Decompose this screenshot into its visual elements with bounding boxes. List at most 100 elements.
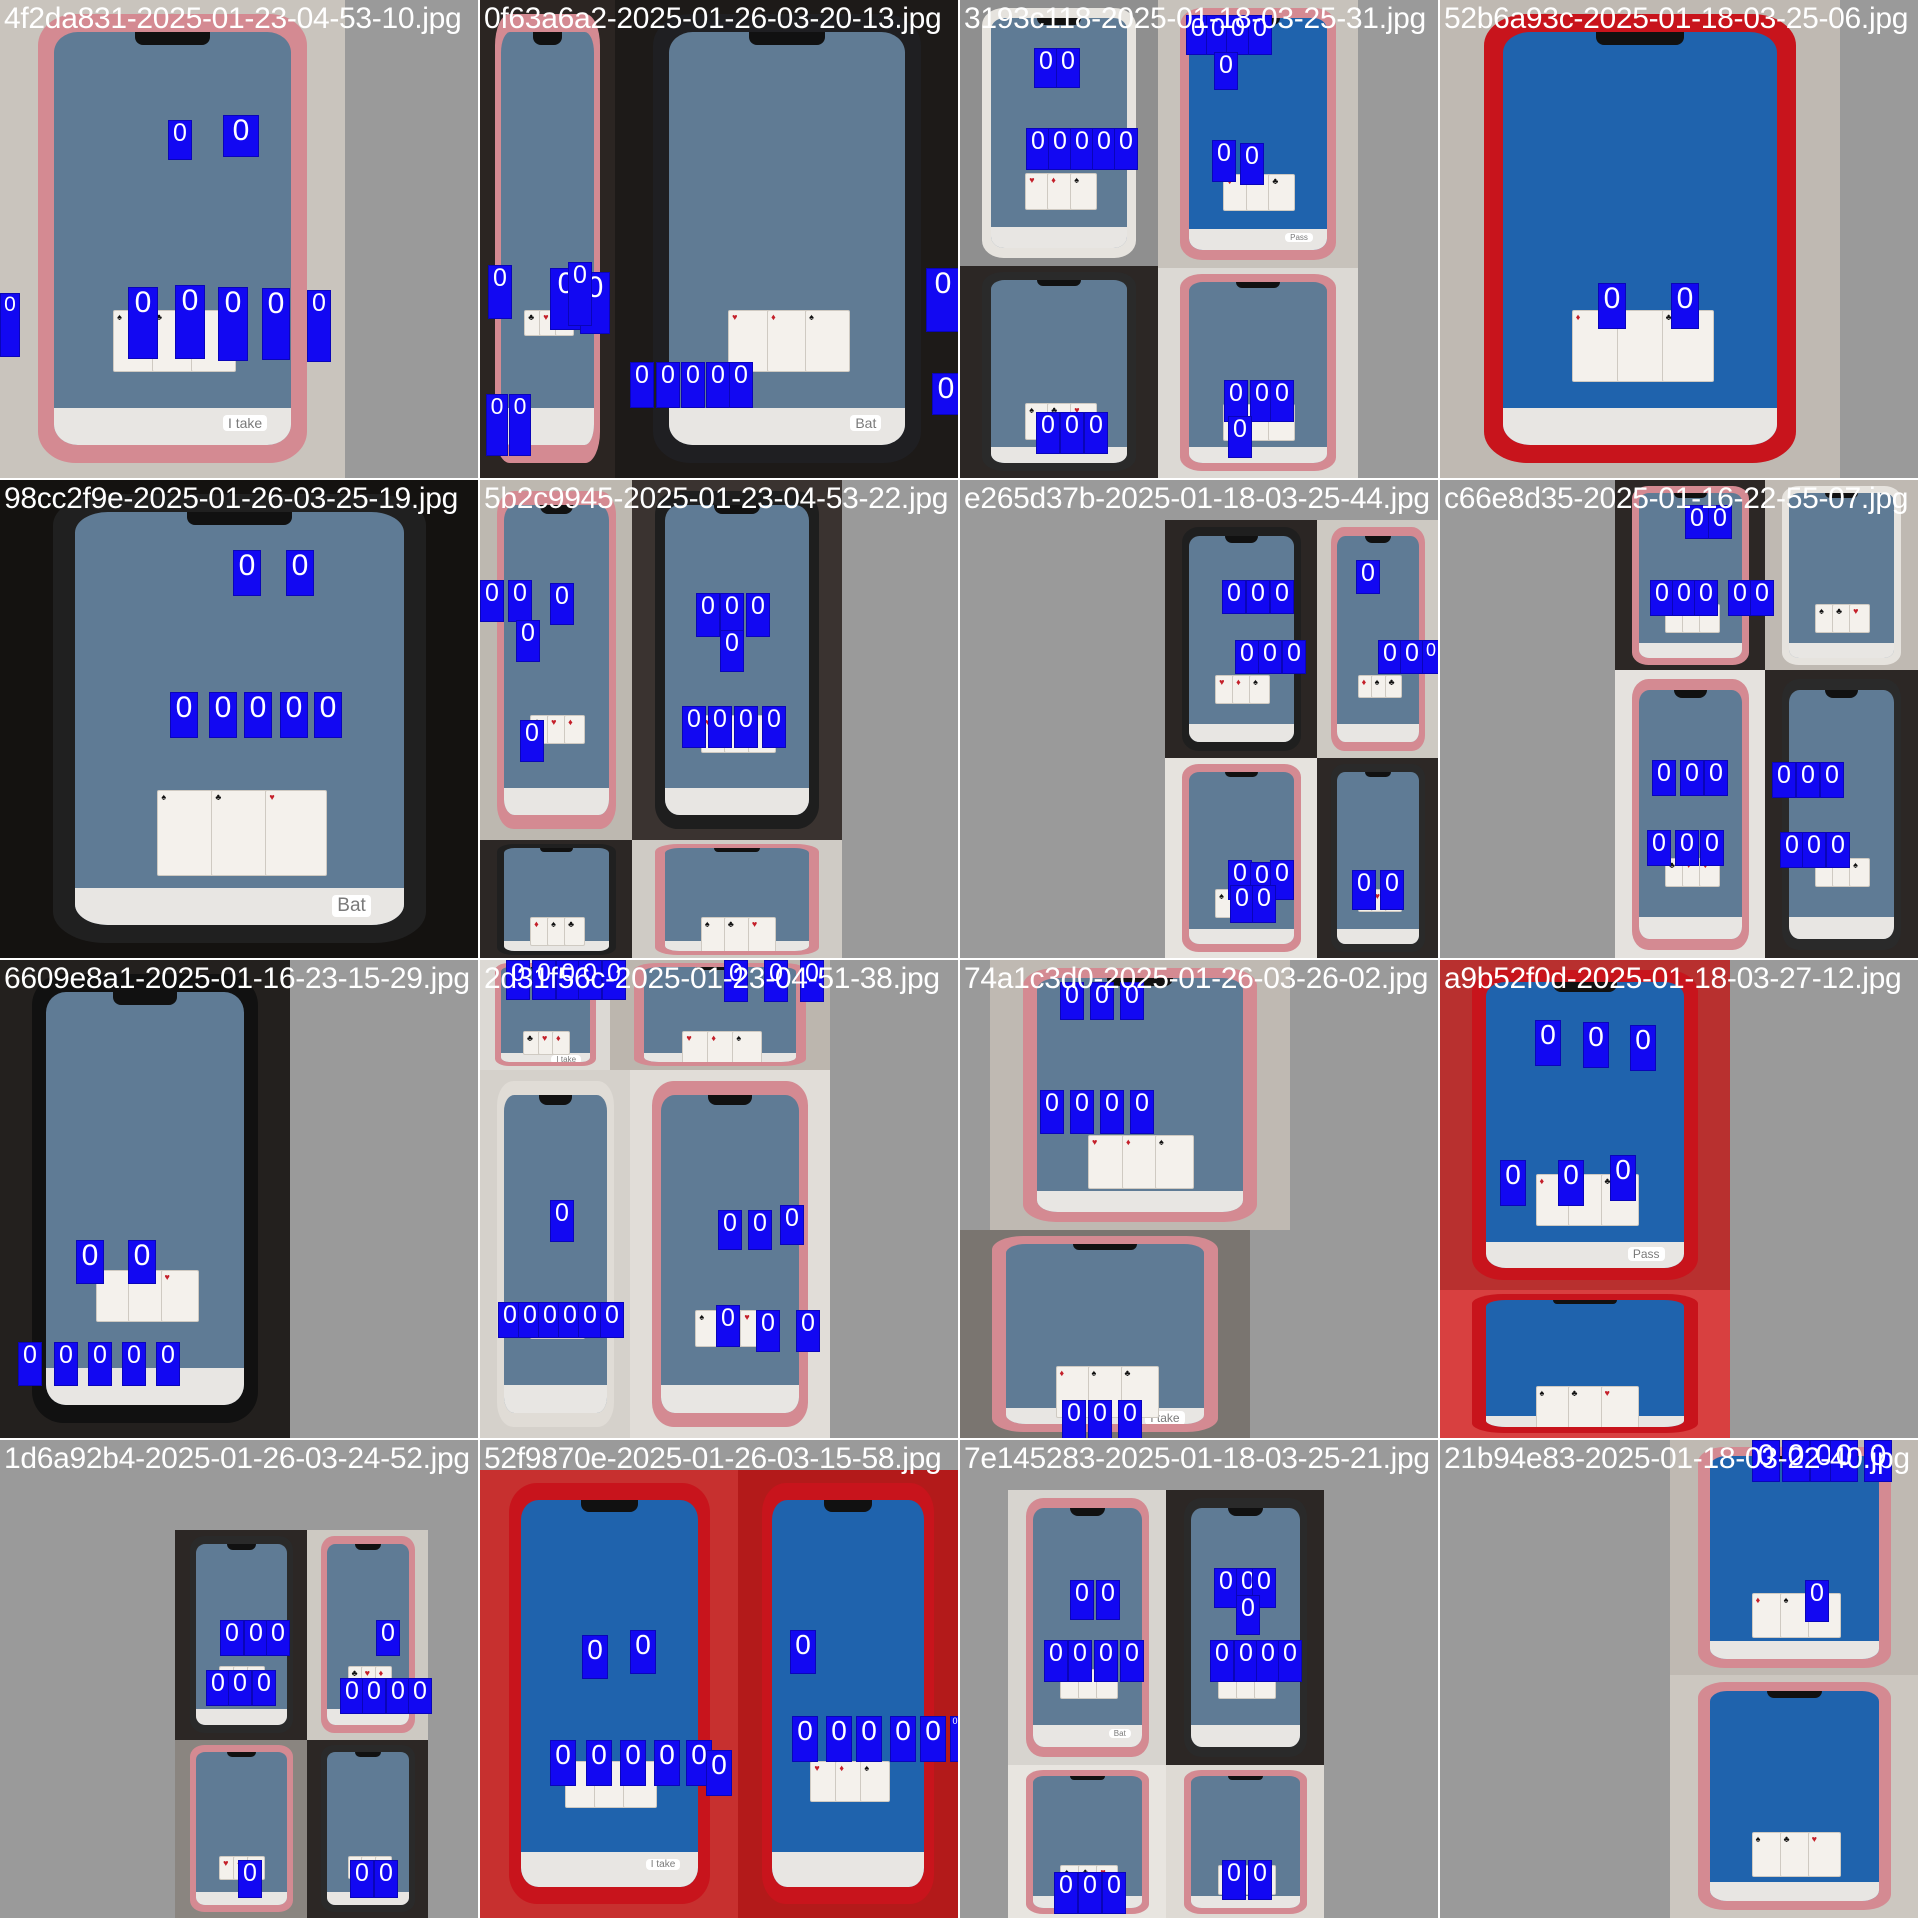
detection-box: 0 [122,1342,146,1386]
detection-box: 0 [1270,580,1294,614]
game-screen: I take♠♣♥ [54,31,291,446]
detection-box: 0 [340,1678,364,1714]
card-suit-icon: ♠ [1253,676,1258,687]
game-action-button: I take [551,1054,582,1062]
detection-box: 0 [792,1716,818,1762]
tile-photo-mosaic: ♦♠♣ [1440,0,1918,478]
card-suit-icon: ♥ [364,1667,370,1678]
card-suit-icon: ♠ [551,919,556,930]
detection-box: 0 [1228,416,1252,458]
mosaic-tile: ♠♣♥00000006609e8a1-2025-01-16-23-15-29.j… [0,960,478,1438]
detection-box: 0 [630,362,654,408]
playing-card: ♠ [1155,1135,1195,1190]
tile-caption: 21b94e83-2025-01-18-03-22-40.jpg [1444,1442,1910,1475]
detection-box: 0 [586,1740,612,1786]
detection-box: 0 [1062,1400,1086,1438]
card-suit-icon: ♥ [1092,1137,1098,1148]
detection-box: 0 [1258,640,1282,674]
detection-box: 0 [1380,870,1404,910]
mosaic-tile: Bat ♠ ♣ ♥ 0 0 0 0 0 0 0 98cc2f9e-2025-01-26-03-25-1… [0,480,478,958]
hand-tray [1639,643,1742,658]
detection-box: 0 [1805,1580,1829,1622]
phone-body: ♠♣♥ [652,1081,808,1427]
phone-notch [1767,1691,1822,1698]
card-suit-icon: ♥ [164,1271,170,1282]
detection-box: 0 [286,550,314,596]
card-suit-icon: ♦ [378,1667,384,1678]
hand-tray: Bat [75,887,404,926]
card-suit-icon: ♥ [543,311,549,322]
card-suit-icon: ♦ [1059,1367,1065,1378]
game-screen: Bat♥♦♠ [1033,1508,1142,1747]
playing-card: ♣ [1268,174,1296,212]
playing-card: ♥ [265,789,328,876]
hand-tray [664,787,810,816]
phone-photo: ♥ ♦ ♠ [1165,520,1317,758]
detection-box: 0 [1598,283,1626,329]
detection-box: 0 [314,692,342,738]
phone-photo: ♦♠♣ [1440,0,1840,478]
game-screen: ♠ ♣ ♥ [1485,1299,1685,1428]
detection-box: 0 [1650,580,1674,616]
tile-caption: 7e145283-2025-01-18-03-25-21.jpg [964,1442,1430,1475]
detection-box: 0 [1500,1160,1526,1206]
phone-photo: ♠ ♣ ♥ [1440,1290,1730,1438]
detection-box: 0 [244,692,272,738]
phone-notch [1236,281,1280,288]
detection-box: 0 [1230,885,1254,923]
tile-caption: 0f63a6a2-2025-01-26-03-20-13.jpg [484,2,942,35]
phone-photo: ♣♥♦ [480,480,632,840]
card-suit-icon: ♠ [1159,1137,1164,1148]
detection-box: 0 [175,285,205,359]
detection-box: 0 [156,1342,180,1386]
detection-box: 0 [1672,580,1696,616]
card-suit-icon: ♠ [809,311,814,322]
mosaic-tile: ♦♠♣♠♣♥♣♥♦♥♦♠0000000000000000000c66e8d35-… [1440,480,1918,958]
detection-box: 0 [716,1305,740,1347]
detection-box: 0 [1278,1640,1302,1682]
phone-photo: ♦♠♣ [480,1070,630,1438]
tile-photo-mosaic: I take ♣ ♥ ♦ ♥ ♦ ♠ ♦♠♣ ♠♣♥ [480,960,958,1438]
card-suit-icon: ♣ [527,1033,533,1044]
phone-notch [1553,1299,1617,1304]
detection-box: 0 [0,293,20,357]
game-screen: I take♣♥♦ [521,1499,698,1888]
game-screen: ♥ ♦ ♠ [772,1499,924,1888]
phone-body: I take♣♥♦ [509,1483,710,1904]
phone-notch [226,1543,256,1550]
detection-box: 0 [1054,1872,1078,1914]
detection-box: 0 [209,692,237,738]
detection-box: 0 [890,1716,916,1762]
detection-box: 0 [520,720,544,762]
detection-box: 0 [220,1620,244,1656]
phone-notch [713,848,761,852]
game-screen: ♣♥♦ [1189,281,1327,464]
detection-box: 0 [486,394,508,456]
card-suit-icon: ♥ [542,1033,548,1044]
card-suit-icon: ♣ [727,919,734,930]
detection-box: 0 [1820,762,1844,798]
detection-box: 0 [734,706,758,748]
phone-notch [1070,1508,1105,1516]
mosaic-tile: ♣♥♦Bat♥♦♠00000000000000f63a6a2-2025-01-2… [480,0,958,478]
detection-box: 0 [1270,380,1294,422]
detection-box: 0 [550,1740,576,1786]
card-suit-icon: ♦ [1539,1176,1545,1187]
mosaic-tile: ♥♦♠Pass♦♠♣♠♣♥♣♥♦000000000000000000000319… [960,0,1438,478]
phone-notch [1070,1775,1105,1780]
hand-tray: Bat [1033,1725,1142,1747]
tile-caption: c66e8d35-2025-01-16-22-55-07.jpg [1444,482,1909,515]
card-suit-icon: ♠ [1539,1387,1545,1398]
game-screen: ♠ ♣ ♥ [664,848,810,951]
detection-box: 0 [720,630,744,672]
detection-box: 0 [76,1240,104,1284]
detection-box: 0 [1671,283,1699,329]
detection-box: 0 [1222,1860,1246,1900]
detection-box: 0 [1694,580,1718,616]
hand-tray [1709,1640,1880,1660]
detection-box: 0 [362,1678,386,1714]
tile-photo-mosaic: I take♣♥♦ ♥ ♦ ♠ [480,1440,958,1918]
card-suit-icon: ♣ [1388,676,1395,687]
detection-box: 0 [1256,1640,1280,1682]
detection-box: 0 [1236,1595,1260,1635]
